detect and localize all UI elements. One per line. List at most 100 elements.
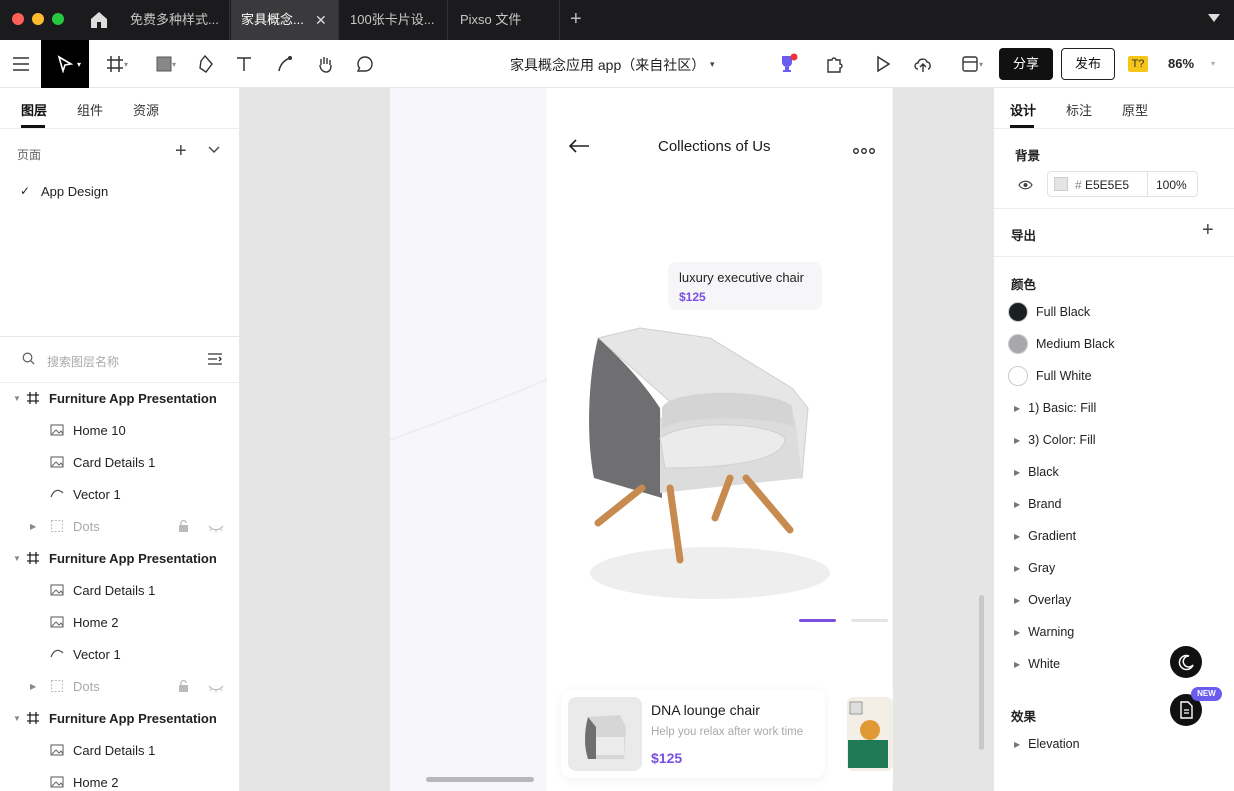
- effect-style-elevation[interactable]: ▶ Elevation: [994, 728, 1234, 760]
- expand-triangle-icon[interactable]: ▶: [1014, 564, 1020, 573]
- expand-triangle-icon[interactable]: ▶: [30, 682, 36, 691]
- color-style-item[interactable]: Medium Black: [994, 328, 1234, 360]
- color-style-item[interactable]: Full Black: [994, 296, 1234, 328]
- layer-row[interactable]: ▼ Furniture App Presentation: [0, 702, 240, 734]
- expand-triangle-icon[interactable]: ▶: [1014, 436, 1020, 445]
- file-menu-chevron-icon[interactable]: ▾: [710, 59, 715, 70]
- plugin-icon[interactable]: [822, 40, 848, 88]
- tab-file-3[interactable]: 100张卡片设...: [340, 0, 448, 40]
- main-menu-icon[interactable]: [8, 40, 34, 88]
- frame-tool-button[interactable]: ▾: [98, 40, 132, 88]
- layer-row[interactable]: Vector 1: [0, 478, 240, 510]
- add-page-icon[interactable]: +: [175, 140, 187, 163]
- add-export-icon[interactable]: +: [1202, 219, 1214, 242]
- expand-triangle-icon[interactable]: ▶: [1014, 660, 1020, 669]
- tab-prototype[interactable]: 原型: [1122, 100, 1148, 119]
- hand-tool-button[interactable]: [312, 40, 338, 88]
- tab-annotation[interactable]: 标注: [1066, 100, 1092, 119]
- upload-cloud-icon[interactable]: [910, 40, 936, 88]
- tab-assets[interactable]: 资源: [133, 100, 159, 119]
- dark-mode-button[interactable]: [1170, 646, 1202, 678]
- expand-triangle-icon[interactable]: ▶: [1014, 500, 1020, 509]
- carousel-dot[interactable]: [902, 619, 939, 622]
- layer-search-input[interactable]: 搜索图层名称: [47, 353, 119, 370]
- expand-triangle-icon[interactable]: ▶: [1014, 596, 1020, 605]
- more-options-icon[interactable]: [853, 144, 875, 158]
- publish-button[interactable]: 发布: [1061, 48, 1115, 80]
- new-tab-icon[interactable]: +: [570, 8, 582, 31]
- close-window-button[interactable]: [12, 13, 24, 25]
- tab-menu-chevron-icon[interactable]: [1208, 14, 1220, 22]
- layer-row[interactable]: Home 10: [0, 414, 240, 446]
- filter-icon[interactable]: [208, 353, 222, 368]
- trophy-icon[interactable]: [774, 40, 800, 88]
- color-group-item[interactable]: ▶ 1) Basic: Fill: [994, 392, 1234, 424]
- zoom-level[interactable]: 86%: [1168, 56, 1194, 71]
- color-group-item[interactable]: ▶ Black: [994, 456, 1234, 488]
- expand-triangle-icon[interactable]: ▶: [1014, 628, 1020, 637]
- visibility-eye-icon[interactable]: [1018, 179, 1033, 193]
- tab-components[interactable]: 组件: [77, 100, 103, 119]
- share-button[interactable]: 分享: [999, 48, 1053, 80]
- file-title[interactable]: 家具概念应用 app（来自社区）: [510, 55, 705, 75]
- color-style-item[interactable]: Full White: [994, 360, 1234, 392]
- color-group-item[interactable]: ▶ Overlay: [994, 584, 1234, 616]
- layer-row[interactable]: Vector 1: [0, 638, 240, 670]
- layer-row[interactable]: Card Details 1: [0, 574, 240, 606]
- layer-row[interactable]: Home 2: [0, 606, 240, 638]
- layer-row[interactable]: Home 2: [0, 766, 240, 791]
- shape-tool-button[interactable]: ▾: [146, 40, 182, 88]
- tab-file-1[interactable]: 免费多种样式...: [120, 0, 230, 40]
- comment-tool-button[interactable]: [352, 40, 378, 88]
- missing-font-badge[interactable]: T?: [1128, 56, 1148, 72]
- hidden-eye-icon[interactable]: [208, 681, 224, 696]
- color-group-item[interactable]: ▶ 3) Color: Fill: [994, 424, 1234, 456]
- app-frame[interactable]: Collections of Us luxury executive chair…: [390, 88, 939, 791]
- color-group-item[interactable]: ▶ Warning: [994, 616, 1234, 648]
- color-group-item[interactable]: ▶ Brand: [994, 488, 1234, 520]
- background-swatch[interactable]: [1054, 177, 1068, 191]
- horizontal-scrollbar[interactable]: [426, 777, 534, 782]
- layer-row[interactable]: ▶ Dots: [0, 510, 240, 542]
- carousel-dot[interactable]: [851, 619, 888, 622]
- close-tab-icon[interactable]: ✕: [315, 0, 327, 40]
- collapse-triangle-icon[interactable]: ▼: [13, 394, 21, 403]
- tab-design[interactable]: 设计: [1010, 100, 1036, 119]
- page-item-app-design[interactable]: App Design: [41, 184, 108, 199]
- layout-view-button[interactable]: ▾: [952, 40, 988, 88]
- vertical-scrollbar[interactable]: [979, 595, 984, 750]
- expand-triangle-icon[interactable]: ▶: [1014, 532, 1020, 541]
- hidden-eye-icon[interactable]: [208, 521, 224, 536]
- move-tool-button[interactable]: ▾: [41, 40, 89, 88]
- carousel-dot-active[interactable]: [799, 619, 836, 622]
- collapse-pages-chevron-icon[interactable]: [208, 144, 220, 158]
- background-opacity-input[interactable]: 100%: [1156, 178, 1187, 192]
- layer-row[interactable]: Card Details 1: [0, 446, 240, 478]
- tab-layers[interactable]: 图层: [21, 100, 47, 119]
- color-group-item[interactable]: ▶ Gray: [994, 552, 1234, 584]
- collapse-triangle-icon[interactable]: ▼: [13, 714, 21, 723]
- product-card-next[interactable]: [840, 690, 893, 778]
- expand-triangle-icon[interactable]: ▶: [1014, 404, 1020, 413]
- back-arrow-icon[interactable]: [568, 138, 590, 157]
- layer-row[interactable]: ▼ Furniture App Presentation: [0, 542, 240, 574]
- zoom-chevron-icon[interactable]: ▾: [1211, 59, 1215, 68]
- layer-row[interactable]: ▶ Dots: [0, 670, 240, 702]
- tab-file-2[interactable]: 家具概念... ✕: [231, 0, 339, 40]
- maximize-window-button[interactable]: [52, 13, 64, 25]
- lock-icon[interactable]: [178, 679, 189, 695]
- play-prototype-icon[interactable]: [870, 40, 896, 88]
- expand-triangle-icon[interactable]: ▶: [30, 522, 36, 531]
- background-color-field[interactable]: # E5E5E5 100%: [1047, 171, 1198, 197]
- color-group-item[interactable]: ▶ Gradient: [994, 520, 1234, 552]
- expand-triangle-icon[interactable]: ▶: [1014, 468, 1020, 477]
- home-icon[interactable]: [86, 8, 112, 32]
- pen-tool-button[interactable]: [192, 40, 218, 88]
- layer-row[interactable]: Card Details 1: [0, 734, 240, 766]
- product-card[interactable]: DNA lounge chair Help you relax after wo…: [561, 690, 825, 778]
- design-canvas[interactable]: Collections of Us luxury executive chair…: [240, 88, 993, 791]
- background-hex-input[interactable]: E5E5E5: [1085, 178, 1129, 192]
- collapse-triangle-icon[interactable]: ▼: [13, 554, 21, 563]
- lock-icon[interactable]: [178, 519, 189, 535]
- tab-file-4[interactable]: Pixso 文件: [450, 0, 560, 40]
